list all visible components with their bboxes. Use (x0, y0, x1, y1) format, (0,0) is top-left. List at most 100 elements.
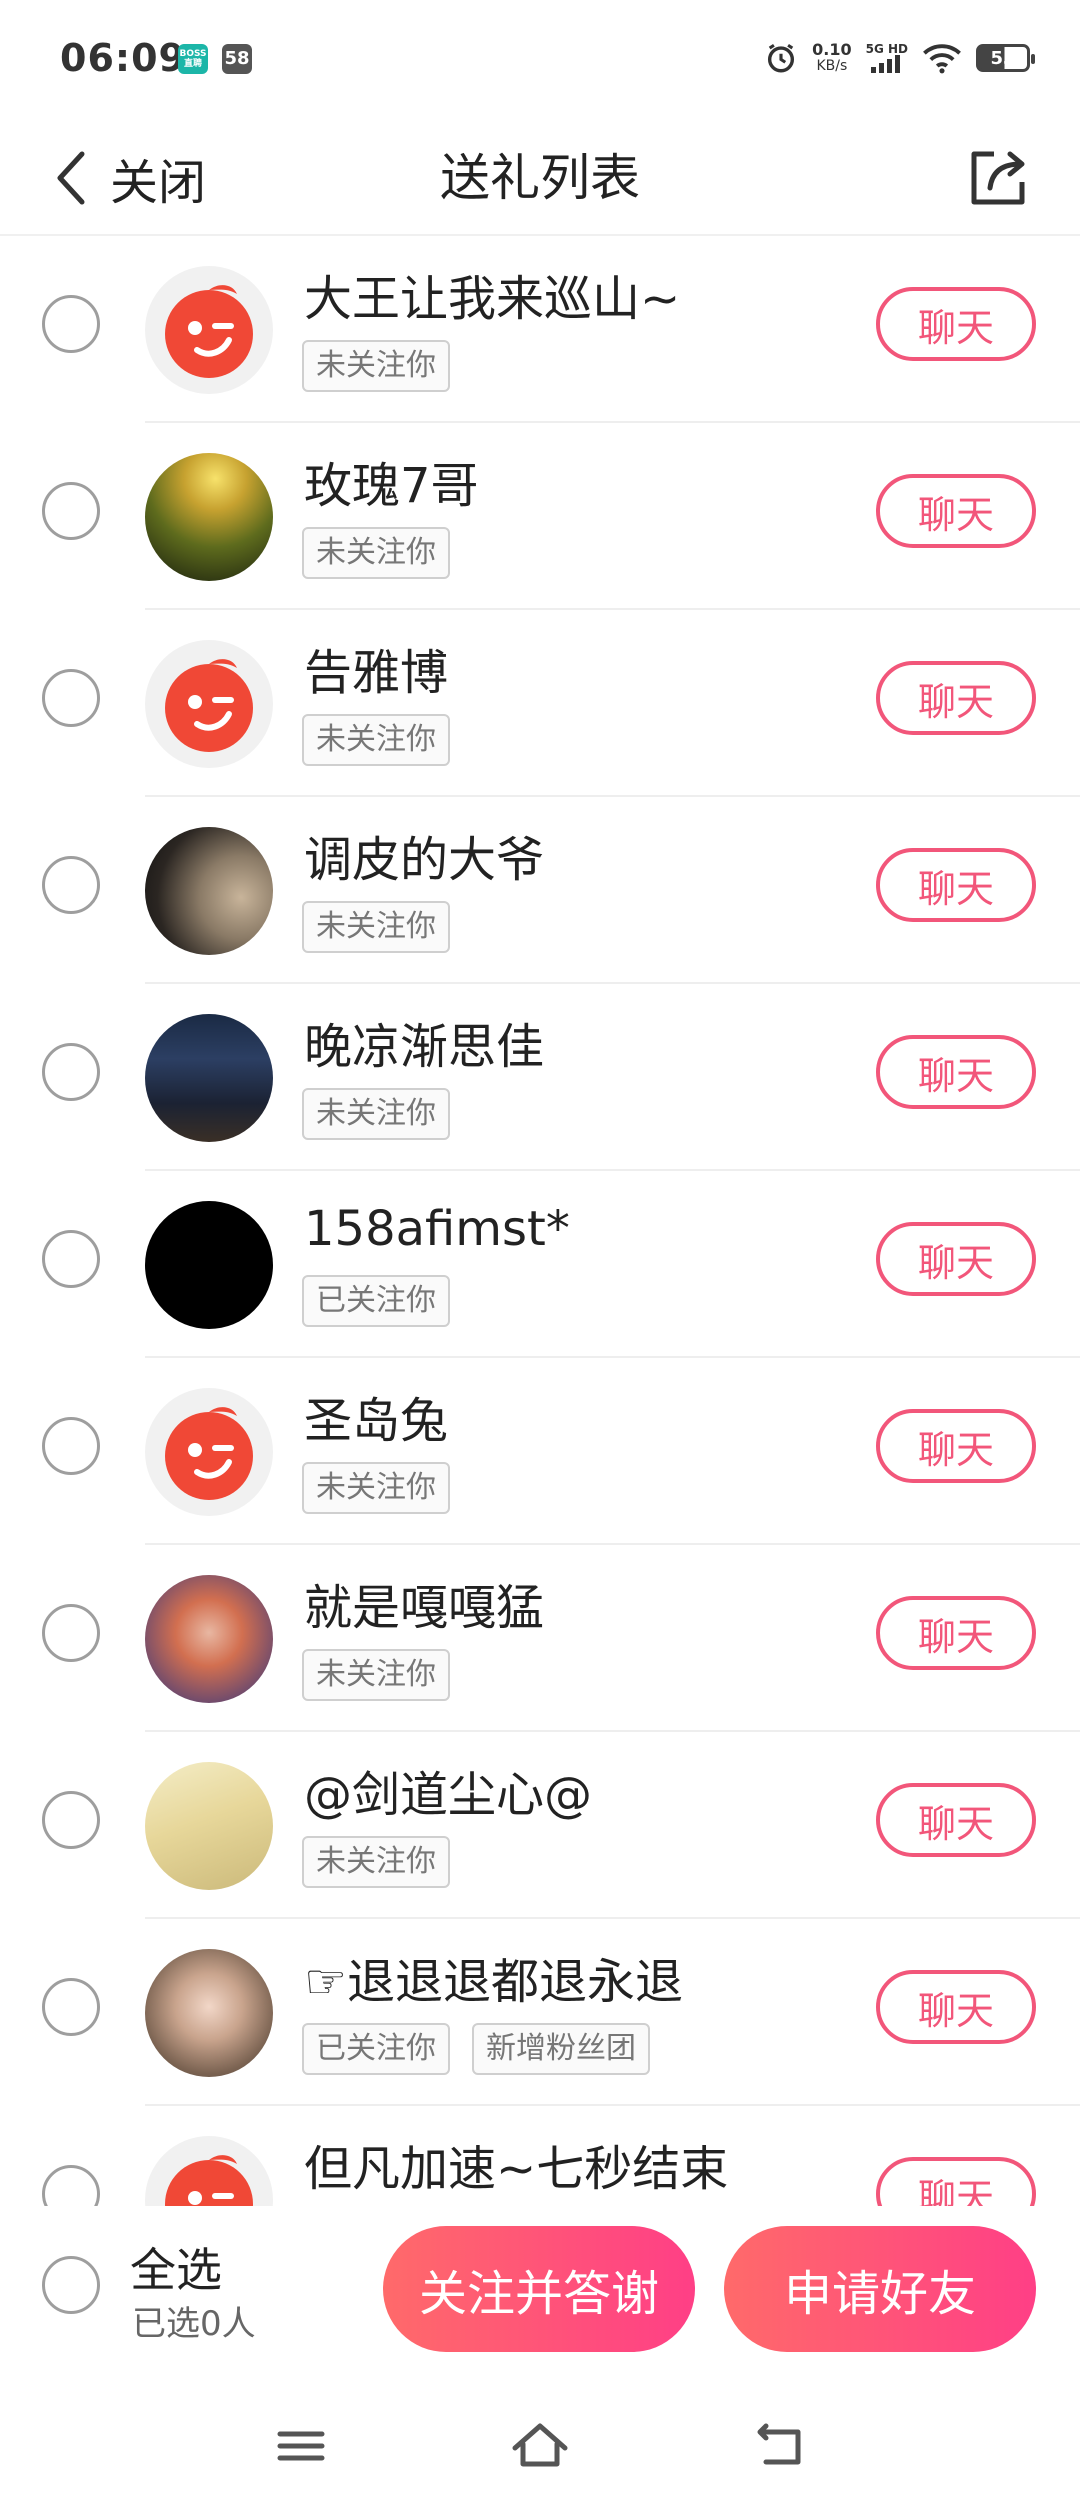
alarm-icon (768, 43, 795, 73)
net-speed-unit: KB/s (816, 58, 848, 74)
status-tag: 未关注你 (302, 1836, 450, 1888)
tag-group: 已关注你 新增粉丝团 (302, 2023, 650, 2075)
chat-button[interactable]: 聊天 (876, 661, 1036, 735)
list-item[interactable]: 但凡加速~七秒结束 聊天 (0, 2106, 1080, 2206)
user-name: ☞退退退都退永退 (304, 1954, 684, 2010)
chat-button[interactable]: 聊天 (876, 474, 1036, 548)
list-item[interactable]: @剑道尘心@ 未关注你 聊天 (0, 1732, 1080, 1919)
list-item[interactable]: 158afimst* 已关注你 聊天 (0, 1171, 1080, 1358)
app-logo-icon (165, 2155, 253, 2206)
tag-group: 未关注你 (302, 1836, 450, 1888)
tag-group: 未关注你 (302, 340, 450, 392)
selected-count: 已选0人 (132, 2304, 256, 2344)
status-bar: 06:09 BOSS 直聘 58 0.10 KB/s 5G HD 53 (0, 0, 1080, 120)
wifi-icon (923, 44, 961, 74)
battery-icon: 53 (976, 44, 1035, 72)
select-all-label[interactable]: 全选 (130, 2234, 222, 2300)
status-icons: 0.10 KB/s 5G HD 53 (764, 38, 1035, 78)
avatar[interactable] (145, 640, 273, 768)
avatar[interactable] (145, 2136, 273, 2206)
tag-group: 未关注你 (302, 1462, 450, 1514)
list-item[interactable]: 告雅博未关注你 聊天 (0, 610, 1080, 797)
avatar[interactable] (145, 827, 273, 955)
select-radio[interactable] (42, 1604, 100, 1662)
tag-group: 未关注你 (302, 527, 450, 579)
home-icon[interactable] (505, 2416, 575, 2476)
avatar[interactable] (145, 1201, 273, 1329)
app-58-icon: 58 (222, 44, 252, 74)
user-name: 晚凉渐思佳 (304, 1019, 545, 1075)
status-tag: 未关注你 (302, 714, 450, 766)
user-name: 大王让我来巡山~ (304, 271, 681, 327)
status-tag: 未关注你 (302, 340, 450, 392)
header: 关闭 送礼列表 (0, 120, 1080, 236)
back-icon[interactable] (744, 2416, 814, 2476)
chat-button[interactable]: 聊天 (876, 1596, 1036, 1670)
system-nav-bar (0, 2376, 1080, 2520)
gift-list[interactable]: 大王让我来巡山~ 未关注你 聊天 玫瑰7哥 未关注你 聊天 告雅博 未关注你 聊天 调皮的大爷 未关… (0, 236, 1080, 2206)
avatar[interactable] (145, 1014, 273, 1142)
select-radio[interactable] (42, 1791, 100, 1849)
list-item[interactable]: 大王让我来巡山~ 未关注你 聊天 (0, 236, 1080, 423)
avatar[interactable] (145, 453, 273, 581)
list-item[interactable]: 玫瑰7哥未关注你 聊天 (0, 423, 1080, 610)
follow-thank-button[interactable]: 关注并答谢 (383, 2226, 695, 2352)
user-name: 玫瑰7哥 (304, 458, 479, 514)
chat-button[interactable]: 聊天 (876, 1409, 1036, 1483)
signal-icon (870, 55, 900, 73)
list-item[interactable]: ☞退退退都退永退已关注你 新增粉丝团 聊天 (0, 1919, 1080, 2106)
chat-button[interactable]: 聊天 (876, 1783, 1036, 1857)
avatar[interactable] (145, 1949, 273, 2077)
user-name: 就是嘎嘎猛 (304, 1580, 545, 1636)
user-name: 告雅博 (304, 645, 449, 701)
select-radio[interactable] (42, 2165, 100, 2206)
menu-icon[interactable] (266, 2416, 336, 2476)
user-name: 圣岛兔 (304, 1393, 449, 1449)
select-radio[interactable] (42, 856, 100, 914)
app-logo-icon (165, 659, 253, 752)
list-item[interactable]: 晚凉渐思佳未关注你 聊天 (0, 984, 1080, 1171)
net-speed: 0.10 KB/s (812, 40, 852, 75)
network-type: 5G HD (865, 42, 908, 56)
status-tag: 未关注你 (302, 527, 450, 579)
chat-button[interactable]: 聊天 (876, 1970, 1036, 2044)
user-name: 调皮的大爷 (304, 832, 545, 888)
list-item[interactable]: 就是嘎嘎猛未关注你 聊天 (0, 1545, 1080, 1732)
chat-button[interactable]: 聊天 (876, 848, 1036, 922)
user-name: @剑道尘心@ (304, 1767, 593, 1823)
chat-button[interactable]: 聊天 (876, 1222, 1036, 1296)
share-icon[interactable] (964, 142, 1034, 212)
tag-group: 未关注你 (302, 714, 450, 766)
avatar[interactable] (145, 266, 273, 394)
select-radio[interactable] (42, 1417, 100, 1475)
select-radio[interactable] (42, 295, 100, 353)
tag-group: 已关注你 (302, 1275, 450, 1327)
select-radio[interactable] (42, 482, 100, 540)
net-speed-value: 0.10 (812, 40, 852, 59)
avatar[interactable] (145, 1575, 273, 1703)
list-item[interactable]: 圣岛兔未关注你 聊天 (0, 1358, 1080, 1545)
status-tag: 未关注你 (302, 1088, 450, 1140)
user-name: 但凡加速~七秒结束 (304, 2141, 729, 2197)
select-all-radio[interactable] (42, 2256, 100, 2314)
status-tag: 未关注你 (302, 1462, 450, 1514)
status-tag: 新增粉丝团 (472, 2023, 650, 2075)
select-radio[interactable] (42, 1043, 100, 1101)
battery-level: 53 (990, 47, 1016, 69)
avatar[interactable] (145, 1388, 273, 1516)
avatar[interactable] (145, 1762, 273, 1890)
select-radio[interactable] (42, 1230, 100, 1288)
chat-button[interactable]: 聊天 (876, 287, 1036, 361)
chat-button[interactable]: 聊天 (876, 1035, 1036, 1109)
app-logo-icon (165, 1407, 253, 1500)
add-friend-button[interactable]: 申请好友 (724, 2226, 1036, 2352)
status-tag: 未关注你 (302, 901, 450, 953)
tag-group: 未关注你 (302, 1088, 450, 1140)
chat-button[interactable]: 聊天 (876, 2157, 1036, 2206)
status-tag: 未关注你 (302, 1649, 450, 1701)
tag-group: 未关注你 (302, 1649, 450, 1701)
select-radio[interactable] (42, 669, 100, 727)
user-name: 158afimst* (304, 1201, 570, 1257)
select-radio[interactable] (42, 1978, 100, 2036)
list-item[interactable]: 调皮的大爷未关注你 聊天 (0, 797, 1080, 984)
